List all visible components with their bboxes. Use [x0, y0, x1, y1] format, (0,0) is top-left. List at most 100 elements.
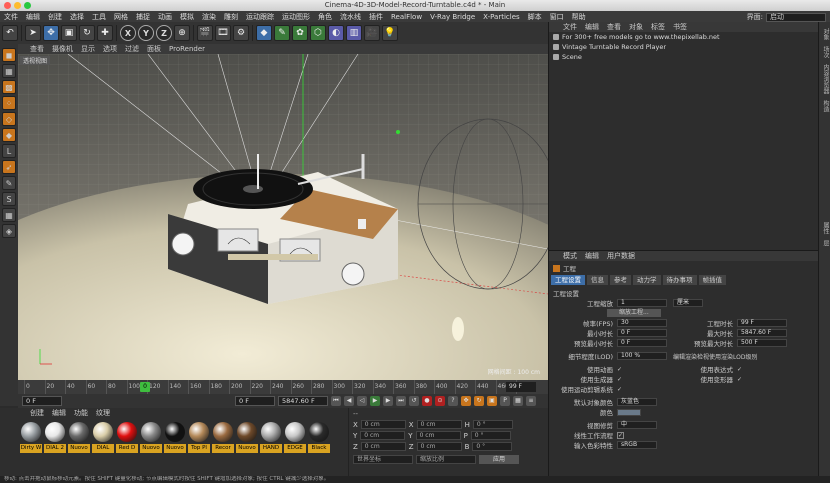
object-row[interactable]: For 300+ free models go to www.thepixell… — [549, 32, 818, 42]
object-menu-item[interactable]: 查看 — [607, 22, 621, 32]
go-to-start-icon[interactable]: ⏮ — [331, 396, 341, 406]
attribute-menu-item[interactable]: 模式 — [563, 251, 577, 261]
frame-setting-field[interactable]: 0 F — [617, 339, 667, 347]
frame-setting-field[interactable]: 5847.60 F — [737, 329, 787, 337]
add-icon[interactable]: ✚ — [97, 25, 113, 41]
material-item[interactable]: Black — [308, 422, 330, 453]
object-menu-item[interactable]: 编辑 — [585, 22, 599, 32]
array-icon[interactable]: ⬡ — [310, 25, 326, 41]
view-clip-dropdown[interactable]: 中 — [617, 421, 657, 429]
select-arrow-icon[interactable]: ➤ — [25, 25, 41, 41]
move-key-icon[interactable]: ✥ — [461, 396, 471, 406]
material-preview[interactable] — [69, 422, 89, 442]
material-item[interactable]: Red D — [116, 422, 138, 453]
default-color-dropdown[interactable]: 灰蓝色 — [617, 398, 657, 406]
frame-setting-field[interactable]: 99 F — [737, 319, 787, 327]
attribute-tab[interactable]: 参考 — [610, 275, 631, 285]
edges-mode-icon[interactable]: ◇ — [2, 112, 16, 126]
model-mode-icon[interactable]: ▦ — [2, 64, 16, 78]
material-item[interactable]: Nuovo — [68, 422, 90, 453]
coordinate-system-icon[interactable]: ⊕ — [174, 25, 190, 41]
record-icon[interactable]: ● — [422, 396, 432, 406]
scale-project-button[interactable]: 缩放工程... — [607, 309, 661, 317]
menu-item[interactable]: 网格 — [114, 12, 128, 22]
attribute-menu-item[interactable]: 编辑 — [585, 251, 599, 261]
camera-icon[interactable]: 🎥 — [364, 25, 380, 41]
frame-setting-field[interactable]: 500 F — [737, 339, 787, 347]
viewport-menu-item[interactable]: 摄像机 — [52, 44, 73, 54]
polygons-mode-icon[interactable]: ◆ — [2, 128, 16, 142]
pla-key-icon[interactable]: ▦ — [513, 396, 523, 406]
y-axis-button[interactable]: Y — [138, 25, 154, 41]
subdivision-icon[interactable]: ✿ — [292, 25, 308, 41]
material-preview[interactable] — [21, 422, 41, 442]
object-row[interactable]: Scene — [549, 52, 818, 62]
viewport-menu-item[interactable]: 显示 — [81, 44, 95, 54]
material-item[interactable]: HAND — [260, 422, 282, 453]
3d-viewport[interactable]: 透视视图 网格间距 : 100 cm — [18, 54, 548, 380]
timeline-menu-icon[interactable]: ≡ — [526, 396, 536, 406]
material-preview[interactable] — [165, 422, 185, 442]
material-item[interactable]: Nuovo — [140, 422, 162, 453]
object-row[interactable]: Vintage Turntable Record Player — [549, 42, 818, 52]
minimize-icon[interactable] — [14, 2, 21, 9]
tab-objects[interactable]: 对象 — [821, 28, 830, 40]
material-menu-item[interactable]: 编辑 — [52, 408, 66, 418]
menu-item[interactable]: 窗口 — [550, 12, 564, 22]
material-preview[interactable] — [141, 422, 161, 442]
lod-field[interactable]: 100 % — [617, 352, 667, 360]
object-menu-item[interactable]: 对象 — [629, 22, 643, 32]
checkbox-check[interactable]: ✓ — [737, 366, 742, 373]
material-item[interactable]: Recor — [212, 422, 234, 453]
tab-layers[interactable]: 层 — [821, 240, 830, 246]
apply-button[interactable]: 应用 — [479, 455, 519, 464]
material-menu-item[interactable]: 纹理 — [96, 408, 110, 418]
texture-mode-icon[interactable]: ▩ — [2, 80, 16, 94]
attribute-tab[interactable]: 信息 — [587, 275, 608, 285]
checkbox-check[interactable]: ✓ — [617, 386, 622, 393]
menu-item[interactable]: 运动图形 — [282, 12, 310, 22]
deformer-icon[interactable]: ◐ — [328, 25, 344, 41]
loop-icon[interactable]: ↺ — [409, 396, 419, 406]
viewport-menu-item[interactable]: 面板 — [147, 44, 161, 54]
coord-rotation-field[interactable]: 0 ° — [472, 420, 513, 429]
points-mode-icon[interactable]: ⁘ — [2, 96, 16, 110]
go-to-end-icon[interactable]: ⏭ — [396, 396, 406, 406]
cube-icon[interactable]: ◆ — [256, 25, 272, 41]
coord-size-field[interactable]: 0 cm — [415, 431, 461, 440]
prev-key-icon[interactable]: ◀ — [344, 396, 354, 406]
coord-system-dropdown[interactable]: 世界坐标 — [353, 455, 413, 464]
scale-icon[interactable]: ▣ — [61, 25, 77, 41]
menu-item[interactable]: 动画 — [158, 12, 172, 22]
menu-item[interactable]: 编辑 — [26, 12, 40, 22]
menu-item[interactable]: 角色 — [318, 12, 332, 22]
object-menu-item[interactable]: 书签 — [673, 22, 687, 32]
material-preview[interactable] — [261, 422, 281, 442]
brush-icon[interactable]: ✎ — [2, 176, 16, 190]
layout-dropdown[interactable]: 启动 — [766, 12, 826, 22]
material-preview[interactable] — [213, 422, 233, 442]
close-icon[interactable] — [4, 2, 11, 9]
frame-setting-field[interactable]: 30 — [617, 319, 667, 327]
coord-size-field[interactable]: 0 cm — [416, 420, 462, 429]
axis-mode-icon[interactable]: L — [2, 144, 16, 158]
menu-item[interactable]: 脚本 — [528, 12, 542, 22]
render-picture-icon[interactable]: 🎞 — [215, 25, 231, 41]
material-preview[interactable] — [189, 422, 209, 442]
menu-item[interactable]: 捕捉 — [136, 12, 150, 22]
menu-item[interactable]: 创建 — [48, 12, 62, 22]
frame-setting-field[interactable]: 0 F — [617, 329, 667, 337]
render-view-icon[interactable]: 🎬 — [197, 25, 213, 41]
timeline[interactable]: 0 20 40 60 80 100 120 140 160 180 200 220 240 260 280 3… — [18, 380, 548, 394]
attribute-tab[interactable]: 动力学 — [633, 275, 661, 285]
checkbox-check[interactable]: ✓ — [737, 376, 742, 383]
viewport-menu-item[interactable]: ProRender — [169, 45, 205, 53]
menu-item[interactable]: 帮助 — [572, 12, 586, 22]
scale-key-icon[interactable]: ▣ — [487, 396, 497, 406]
move-icon[interactable]: ✥ — [43, 25, 59, 41]
attribute-tab[interactable]: 待办事项 — [662, 275, 697, 285]
rotate-key-icon[interactable]: ↻ — [474, 396, 484, 406]
menu-item[interactable]: 模拟 — [180, 12, 194, 22]
viewport-menu-item[interactable]: 选项 — [103, 44, 117, 54]
tab-attributes[interactable]: 属性 — [821, 222, 830, 234]
